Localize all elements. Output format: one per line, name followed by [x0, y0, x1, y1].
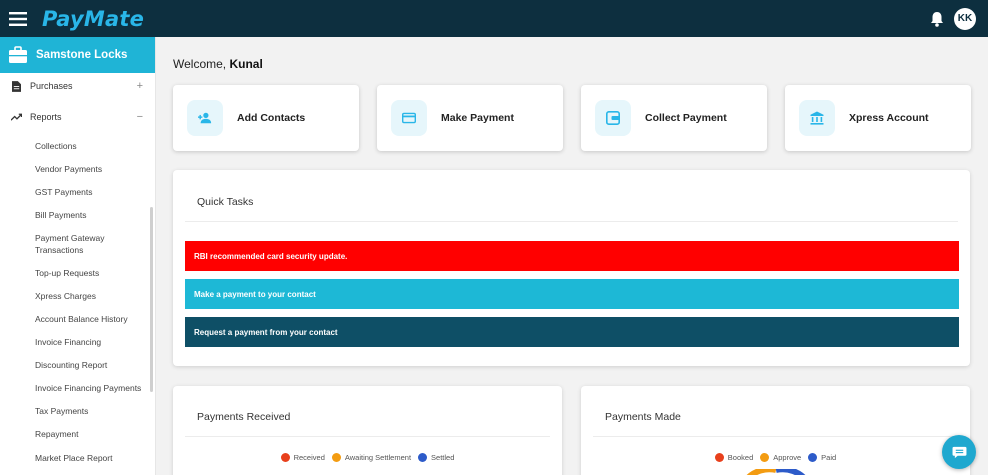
- sidebar-item-payment-gateway-transactions[interactable]: Payment Gateway Transactions: [35, 227, 123, 262]
- xpress-account-card[interactable]: Xpress Account: [785, 85, 971, 151]
- sidebar-item-collections[interactable]: Collections: [35, 135, 155, 158]
- legend-item-approve[interactable]: Approve: [760, 453, 801, 462]
- chat-support-button[interactable]: [942, 435, 976, 469]
- sidebar-item-repayment[interactable]: Repayment: [35, 424, 155, 447]
- briefcase-icon: [9, 46, 27, 63]
- hamburger-menu-button[interactable]: [0, 0, 36, 37]
- sidebar-item-xpress-charges[interactable]: Xpress Charges: [35, 285, 155, 308]
- sidebar-item-market-place-report[interactable]: Market Place Report: [35, 447, 155, 470]
- organization-name: Samstone Locks: [36, 49, 128, 61]
- user-avatar[interactable]: KK: [954, 7, 976, 30]
- sidebar-item-invoice-financing[interactable]: Invoice Financing: [35, 331, 155, 354]
- card-icon: [391, 100, 427, 136]
- payments-made-legend: Booked Approve Paid: [581, 453, 970, 462]
- reports-submenu: Collections Vendor Payments GST Payments…: [0, 135, 155, 470]
- hamburger-icon: [9, 11, 27, 26]
- sidebar-item-discounting-report[interactable]: Discounting Report: [35, 354, 155, 377]
- sidebar-item-invoice-financing-payments[interactable]: Invoice Financing Payments: [35, 377, 155, 400]
- legend-item-received[interactable]: Received: [280, 453, 325, 462]
- welcome-message: Welcome, Kunal: [173, 57, 263, 71]
- main-content: Welcome, Kunal Add Contacts Make Payment…: [156, 37, 988, 475]
- bell-icon[interactable]: [930, 11, 944, 27]
- payments-made-donut-chart[interactable]: [741, 469, 811, 475]
- sidebar-item-tax-payments[interactable]: Tax Payments: [35, 401, 155, 424]
- sidebar-item-top-up-requests[interactable]: Top-up Requests: [35, 262, 155, 285]
- user-name: Kunal: [229, 57, 263, 71]
- sidebar-item-purchases[interactable]: Purchases +: [0, 73, 155, 99]
- chat-icon: [952, 446, 966, 458]
- legend-item-awaiting-settlement[interactable]: Awaiting Settlement: [331, 453, 411, 462]
- quick-tasks-title: Quick Tasks: [197, 196, 254, 208]
- expand-icon[interactable]: +: [137, 80, 143, 92]
- organization-switcher[interactable]: Samstone Locks: [0, 37, 155, 73]
- collapse-icon[interactable]: −: [137, 111, 143, 123]
- sidebar-item-account-balance-history[interactable]: Account Balance History: [35, 308, 155, 331]
- payments-made-title: Payments Made: [605, 411, 681, 423]
- sidebar-item-gst-payments[interactable]: GST Payments: [35, 181, 155, 204]
- document-icon: [10, 80, 22, 92]
- wallet-icon: [595, 100, 631, 136]
- legend-item-settled[interactable]: Settled: [418, 453, 454, 462]
- trending-up-icon: [10, 111, 22, 123]
- sidebar: Samstone Locks Purchases + Reports − Col…: [0, 37, 156, 475]
- sidebar-item-reports[interactable]: Reports −: [0, 99, 155, 135]
- add-contacts-card[interactable]: Add Contacts: [173, 85, 359, 151]
- make-payment-card[interactable]: Make Payment: [377, 85, 563, 151]
- top-bar: PayMate KK: [0, 0, 988, 37]
- legend-item-paid[interactable]: Paid: [808, 453, 836, 462]
- paymate-logo[interactable]: PayMate: [42, 7, 144, 31]
- quick-tasks-panel: Quick Tasks RBI recommended card securit…: [173, 170, 970, 366]
- legend-item-booked[interactable]: Booked: [714, 453, 753, 462]
- add-contact-icon: [187, 100, 223, 136]
- sidebar-item-vendor-payments[interactable]: Vendor Payments: [35, 158, 155, 181]
- sidebar-item-bill-payments[interactable]: Bill Payments: [35, 204, 155, 227]
- quick-task-request-payment[interactable]: Request a payment from your contact: [185, 317, 959, 347]
- quick-task-card-security-update[interactable]: RBI recommended card security update.: [185, 241, 959, 271]
- payments-received-legend: Received Awaiting Settlement Settled: [173, 453, 562, 462]
- payments-received-title: Payments Received: [197, 411, 291, 423]
- sidebar-scrollbar[interactable]: [150, 207, 153, 392]
- payments-made-panel: Payments Made Booked Approve Paid: [581, 386, 970, 475]
- payments-received-panel: Payments Received Received Awaiting Sett…: [173, 386, 562, 475]
- quick-task-make-payment[interactable]: Make a payment to your contact: [185, 279, 959, 309]
- bank-icon: [799, 100, 835, 136]
- collect-payment-card[interactable]: Collect Payment: [581, 85, 767, 151]
